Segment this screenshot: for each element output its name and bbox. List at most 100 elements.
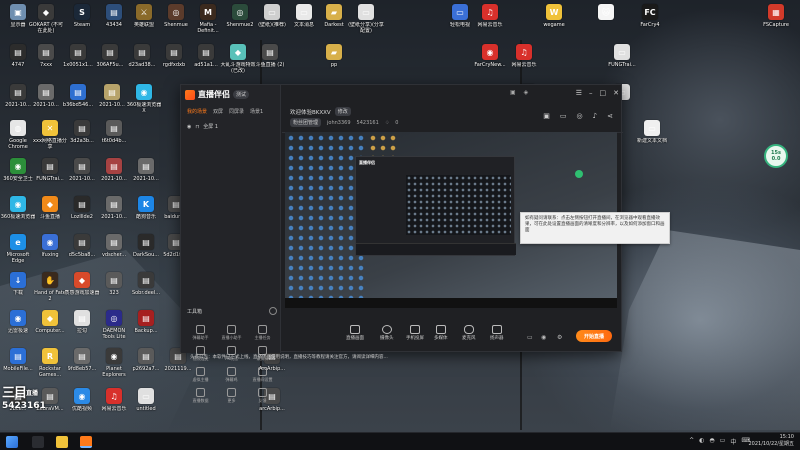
desktop-icon[interactable]: ◉ FarCryNew... (474, 44, 506, 84)
desktop-icon[interactable]: ▤ t6t0d4b... (98, 120, 130, 160)
announcement-bar[interactable]: 头条公告：本软件已正式上线，直播伴侣使用说明，直播技巧等教程请关注官方，请阅读详… (190, 354, 388, 360)
desktop-icon[interactable]: ◎ DAEMON Tools Lite (98, 310, 130, 350)
desktop-icon[interactable]: ▤ 2021-10... (96, 84, 128, 124)
desktop-icon[interactable]: M Mafia - Definit... (192, 4, 224, 44)
desktop-icon[interactable]: 🐱 (590, 4, 622, 44)
scene-item[interactable]: ◉ ⊓ 全屏 1 (187, 123, 218, 131)
desktop-icon[interactable]: ▰ pp (318, 44, 350, 84)
desktop-icon[interactable]: ▤ 2021-10... (30, 84, 62, 124)
desktop-icon[interactable]: ▤ d23ad38... (126, 44, 158, 84)
desktop-icon[interactable]: ◆ GOKART (不可在此处) (29, 4, 63, 44)
search-icon[interactable] (32, 436, 44, 448)
source-screen[interactable]: 直播画面 (346, 325, 364, 341)
desktop-icon[interactable]: ▭ (壁纸分享)(分享配置) (348, 4, 384, 44)
source-mic[interactable]: 麦克风 (462, 325, 476, 341)
tab-my-scene[interactable]: 我的场景 (187, 108, 207, 115)
toolbox-item[interactable]: 主播任务 (247, 325, 278, 346)
source-media[interactable]: 多媒体 (434, 325, 448, 341)
desktop-icon[interactable]: ▤ 306AF5u... (94, 44, 126, 84)
eye-icon[interactable]: ◉ (187, 124, 191, 130)
desktop-icon[interactable]: ▤ 7xxx (30, 44, 62, 84)
desktop-icon[interactable]: ⚔ 英雄联盟 (128, 4, 160, 44)
tray-ime-icon[interactable]: 中 (730, 437, 736, 446)
desktop-icon[interactable]: ▤ vdscher... (98, 234, 130, 274)
close-icon[interactable]: ✕ (613, 89, 619, 97)
desktop-icon[interactable]: ◆ 大乱斗游戏特效(已改) (220, 44, 256, 84)
desktop-icon[interactable]: ◆ 质感游戏加速器 (64, 272, 100, 312)
record-icon[interactable]: ▭ (527, 334, 533, 341)
desktop-icon[interactable]: ▤ 2021-10... (130, 158, 162, 198)
maximize-icon[interactable]: □ (600, 89, 607, 97)
desktop-icon[interactable]: ▤ Lozlllde2 (66, 196, 98, 236)
desktop-icon[interactable]: R Rockstar Games... (34, 348, 66, 388)
desktop-icon[interactable]: ◉ 迅雷极速 (2, 310, 34, 350)
desktop-icon[interactable]: ▤ b36bd546... (62, 84, 94, 124)
taskbar-clock[interactable]: 15:10 2021/10/22/星期五 (748, 434, 794, 448)
chat-icon[interactable]: ▭ (560, 112, 567, 120)
desktop-icon[interactable]: ▤ rgdfxdxb (158, 44, 190, 84)
desktop-icon[interactable]: ◉ Ifuxing (34, 234, 66, 274)
toolbox-item[interactable]: 弹幕助手 (185, 325, 216, 346)
fan-club-button[interactable]: 粉丝团管理 (290, 118, 322, 127)
tray-expand-icon[interactable]: ^ (689, 437, 694, 446)
timer-widget[interactable]: 15s 0.0 (764, 144, 788, 168)
desktop-icon[interactable]: ▤ 323 (98, 272, 130, 312)
desktop-icon[interactable]: ◎ Shenmue (160, 4, 192, 44)
desktop-icon[interactable]: ▤ 9fd8eb57... (66, 348, 98, 388)
desktop-icon[interactable]: ◉ 360极速浏览器 (1, 196, 35, 236)
tray-network-icon[interactable]: ◐ (699, 437, 704, 446)
desktop-icon[interactable]: ▤ MobileFile... (2, 348, 34, 388)
settings-icon[interactable]: ⚙ (557, 334, 562, 341)
toolbox-item[interactable]: 直播数据 (185, 388, 216, 409)
camera-icon[interactable]: ◎ (577, 112, 583, 120)
desktop-icon[interactable]: ♫ 网易云音乐 (474, 4, 506, 44)
toolbox-item[interactable]: 直播间设置 (247, 367, 278, 388)
toolbox-item[interactable]: 更多 (216, 388, 247, 409)
tab-dual-screen[interactable]: 双屏 (213, 108, 223, 115)
preview-eye-icon[interactable]: ◉ (541, 334, 546, 341)
lock-icon[interactable]: ⊓ (195, 124, 199, 130)
source-speaker[interactable]: 扬声器 (490, 325, 504, 341)
toolbox-item[interactable]: 直播小助手 (216, 325, 247, 346)
live-companion-taskbar-icon[interactable] (80, 436, 92, 448)
desktop-icon[interactable]: ▭ (壁纸)(推荐) (256, 4, 288, 44)
toolbox-settings-icon[interactable] (269, 307, 277, 315)
desktop-icon[interactable]: ▤ 斗鱼直播 (2) (254, 44, 286, 84)
desktop-icon[interactable]: ▤ ad51a1... (190, 44, 222, 84)
source-camera[interactable]: 摄像头 (380, 325, 394, 341)
desktop-icon[interactable]: ▭ FUNGTrai... (606, 44, 638, 84)
desktop-icon[interactable]: Wwegame (538, 4, 570, 44)
share-icon[interactable]: ⋖ (607, 112, 613, 120)
desktop-icon[interactable]: FC FarCry4 (634, 4, 666, 44)
edit-title-button[interactable]: 修改 (334, 107, 351, 116)
desktop-icon[interactable]: ▤ 3d2a3b... (66, 120, 98, 160)
desktop-icon[interactable]: ✋ Hand of Fate 2 (34, 272, 66, 312)
desktop-icon[interactable]: ▤ p2692a7... (130, 348, 162, 388)
desktop-icon[interactable]: ▤ Backup... (130, 310, 162, 350)
file-explorer-icon[interactable] (56, 436, 68, 448)
toolbox-item[interactable]: 虚拟主播 (185, 367, 216, 388)
gift-icon[interactable]: ▣ (510, 89, 516, 96)
desktop-icon[interactable]: ↓ 下载 (2, 272, 34, 312)
start-icon[interactable] (6, 436, 18, 448)
desktop-icon[interactable]: ▤ FUNGTrai... (34, 158, 66, 198)
desktop-icon[interactable]: ▭ untitled (130, 388, 162, 428)
desktop-icon[interactable]: ♫ 网易云音乐 (508, 44, 540, 84)
desktop-icon[interactable]: ✕ xxx网络直播分享 (33, 120, 67, 160)
desktop-icon[interactable]: ♫ 网易云音乐 (98, 388, 130, 428)
desktop-icon[interactable]: ▤ 2021-10... (98, 158, 130, 198)
desktop-icon[interactable]: ◉ Planet Explorers (98, 348, 130, 388)
toolbox-item[interactable]: 弹幕鸡 (216, 367, 247, 388)
task-icon[interactable]: ▣ (543, 112, 550, 120)
source-phone[interactable]: 手机投屏 (406, 325, 424, 341)
desktop-icon[interactable]: ▦ FSCapture (760, 4, 792, 44)
desktop-icon[interactable]: ▤ 2021-10... (98, 196, 130, 236)
desktop-icon[interactable]: ◆ Computer... (34, 310, 66, 350)
desktop-icon[interactable]: ◍ Google Chrome (2, 120, 34, 160)
desktop-icon[interactable]: ▰ Darkest (318, 4, 350, 44)
tab-scene-1[interactable]: 场景1 (250, 108, 263, 115)
minimize-icon[interactable]: – (589, 89, 593, 97)
toolbox-item[interactable]: 反馈 (247, 388, 278, 409)
desktop-icon[interactable]: S Steam (66, 4, 98, 44)
desktop-icon[interactable]: ◆ 斗鱼直播 (34, 196, 66, 236)
